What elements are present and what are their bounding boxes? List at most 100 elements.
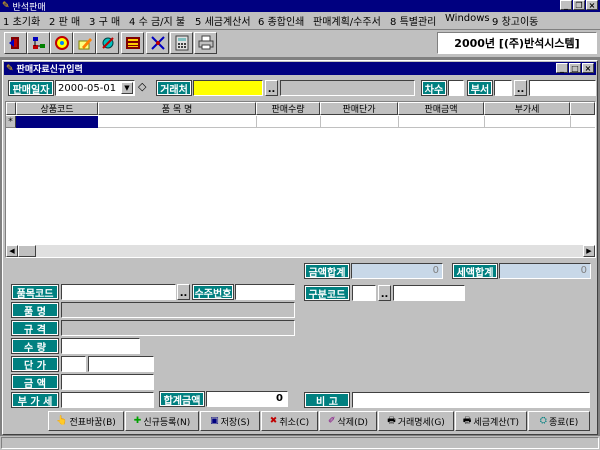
abacus-icon[interactable] [121,32,144,54]
scroll-right-button[interactable]: ▶ [583,245,595,257]
pencil-note-icon[interactable] [73,32,96,54]
dept-code-field[interactable] [494,80,512,96]
grid-corner [6,102,16,115]
invoice-button[interactable]: 🖶 세금계산(T) [455,411,527,431]
voucher-icon: 👆 [56,416,68,426]
network-icon[interactable] [27,32,50,54]
col-header-code[interactable]: 상품코드 [16,102,98,115]
price-field-a[interactable] [61,356,86,372]
statement-button[interactable]: 🖶 거래명세(G) [378,411,454,431]
menu-item-windows[interactable]: Windows [445,13,490,24]
menu-item-sales[interactable]: 2 판 매 [49,13,80,28]
date-dropdown-button[interactable]: ▼ [121,82,133,94]
spec-label: 규 격 [11,320,59,336]
class-browse-button[interactable]: .. [378,285,391,301]
vat-label: 부 가 세 [11,392,59,408]
scroll-left-button[interactable]: ◀ [6,245,18,257]
amount-field[interactable] [61,374,154,390]
menu-item-plan[interactable]: 판매계획/수주서 [313,13,381,28]
dept-name-field [529,80,596,96]
date-field[interactable]: 2000-05-01 ▼ [55,80,135,96]
child-window-icon: ✎ [6,63,14,74]
menu-item-init[interactable]: 1 초기화 [3,13,40,28]
total-amount-label: 합계금액 [159,391,205,407]
order-no-field[interactable] [235,284,295,300]
seq-field[interactable] [448,80,464,96]
price-field[interactable] [88,356,154,372]
amount-label: 금 액 [11,374,59,390]
scroll-thumb[interactable] [18,245,36,257]
col-header-vat[interactable]: 부가세 [484,102,570,115]
col-header-qty[interactable]: 판매수량 [256,102,320,115]
app-title: 반석판매 [12,2,46,13]
save-button[interactable]: ▣ 저장(S) [200,411,260,431]
item-browse-button[interactable]: .. [177,284,190,300]
client-label: 거래처 [156,80,192,96]
app-icon: ✎ [2,1,10,11]
menu-item-collect[interactable]: 4 수 금/지 불 [129,13,185,28]
new-button[interactable]: ✚ 신규등록(N) [125,411,199,431]
vat-field[interactable] [61,392,154,408]
gear-edit-icon[interactable] [96,32,119,54]
class-name-field [393,285,465,301]
client-name-field [280,80,415,96]
status-bar [1,437,599,449]
exit-door-icon[interactable] [4,32,27,54]
grid-new-row[interactable] [98,116,595,128]
qty-field[interactable] [61,338,140,354]
amount-total-label: 금액합계 [304,263,350,279]
exit-network-icon: ⛭ [539,416,547,426]
memo-field[interactable] [352,392,590,408]
grid-hscrollbar[interactable] [6,245,595,257]
grid-row-marker: * [6,116,16,128]
menu-item-warehouse[interactable]: 9 창고이동 [492,13,538,28]
menu-item-taxinvoice[interactable]: 5 세금계산서 [195,13,251,28]
app-close-button[interactable]: × [586,0,598,10]
dept-browse-button[interactable]: .. [514,80,527,96]
child-minimize-button[interactable]: _ [556,63,568,73]
menu-item-purchase[interactable]: 3 구 매 [89,13,120,28]
client-code-field[interactable] [193,80,263,96]
item-code-field[interactable] [61,284,176,300]
printer-icon[interactable] [194,32,217,54]
dept-label: 부서 [467,80,493,96]
new-record-icon: ✚ [133,416,142,426]
calculator-icon[interactable] [170,32,193,54]
class-code-field[interactable] [352,285,376,301]
invoice-printer-icon: 🖶 [462,416,472,426]
child-maximize-button[interactable]: □ [569,63,581,73]
order-no-label: 수주번호 [192,284,234,300]
calendar-icon[interactable]: ◇ [138,80,146,93]
tax-total-value: 0 [499,263,591,279]
delete-button[interactable]: ✐ 삭제(D) [319,411,377,431]
child-titlebar: ✎ 판매자료신규입력 _ □ × [4,62,596,75]
chart-icon[interactable] [146,32,169,54]
app-minimize-button[interactable]: _ [560,0,572,10]
child-close-button[interactable]: × [582,63,594,73]
globe-icon[interactable] [50,32,73,54]
client-browse-button[interactable]: .. [265,80,278,96]
grid-active-cell[interactable] [16,116,98,128]
amount-total-value: 0 [351,263,443,279]
item-code-label: 품목코드 [11,284,59,300]
voucher-button[interactable]: 👆 전표바꿈(B) [48,411,124,431]
class-code-label: 구분코드 [304,285,350,301]
exit-button[interactable]: ⛭ 종료(E) [528,411,590,431]
product-name-field [61,302,295,318]
menu-item-print[interactable]: 6 종합인쇄 [258,13,304,28]
product-name-label: 품 명 [11,302,59,318]
col-header-price[interactable]: 판매단가 [320,102,398,115]
eraser-icon: ✐ [327,416,336,426]
col-header-name[interactable]: 품 목 명 [98,102,256,115]
cancel-button[interactable]: ✖ 취소(C) [261,411,318,431]
date-label: 판매일자 [8,80,54,96]
memo-label: 비 고 [304,392,350,408]
menu-item-special[interactable]: 8 특별관리 [390,13,436,28]
app-restore-button[interactable]: ❐ [573,0,585,10]
child-title: 판매자료신규입력 [16,65,83,75]
qty-label: 수 량 [11,338,59,354]
seq-label: 차수 [421,80,447,96]
tax-total-label: 세액합계 [452,263,498,279]
company-label: 2000년 [(주)반석시스템] [437,32,597,54]
col-header-amount[interactable]: 판매금액 [398,102,484,115]
